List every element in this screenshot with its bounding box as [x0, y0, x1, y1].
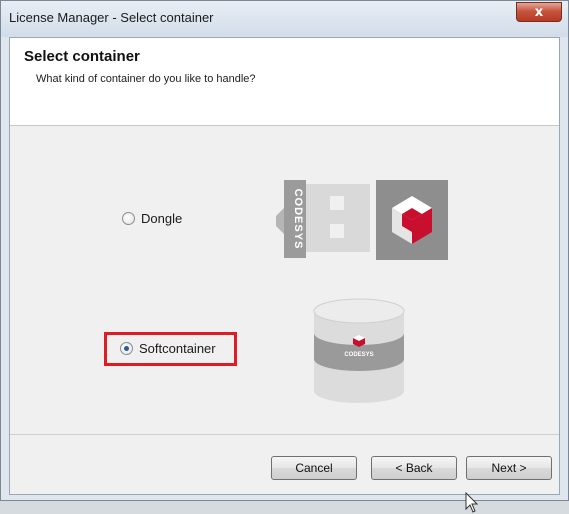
dongle-body	[306, 184, 370, 252]
wizard-body: Select container What kind of container …	[9, 37, 560, 513]
license-manager-window: License Manager - Select container x Sel…	[0, 0, 569, 513]
wizard-header: Select container What kind of container …	[10, 38, 559, 126]
next-button[interactable]: Next >	[466, 456, 552, 480]
dongle-radio[interactable]	[122, 212, 135, 225]
back-button[interactable]: < Back	[371, 456, 457, 480]
container-options-panel: Dongle CODESYS Softcontainer CODESYS	[10, 127, 559, 513]
close-button[interactable]: x	[516, 2, 562, 22]
cancel-button[interactable]: Cancel	[271, 456, 357, 480]
dongle-option[interactable]: Dongle	[122, 211, 182, 226]
page-subtitle: What kind of container do you like to ha…	[36, 73, 256, 85]
codesys-dongle-icon: CODESYS	[276, 180, 448, 260]
dongle-label[interactable]: Dongle	[141, 211, 182, 226]
footer-divider	[10, 434, 559, 435]
close-icon: x	[534, 4, 544, 20]
dongle-brand-text: CODESYS	[292, 189, 304, 250]
title-bar: License Manager - Select container x	[1, 1, 568, 37]
softcontainer-radio[interactable]	[120, 342, 133, 355]
softcontainer-brand-text: CODESYS	[344, 352, 373, 358]
window-title: License Manager - Select container	[9, 10, 214, 25]
softcontainer-label[interactable]: Softcontainer	[139, 341, 216, 356]
page-title: Select container	[24, 48, 140, 65]
softcontainer-option[interactable]: Softcontainer	[120, 341, 216, 356]
codesys-softcontainer-icon: CODESYS	[313, 298, 405, 403]
mouse-cursor-icon	[465, 492, 479, 513]
